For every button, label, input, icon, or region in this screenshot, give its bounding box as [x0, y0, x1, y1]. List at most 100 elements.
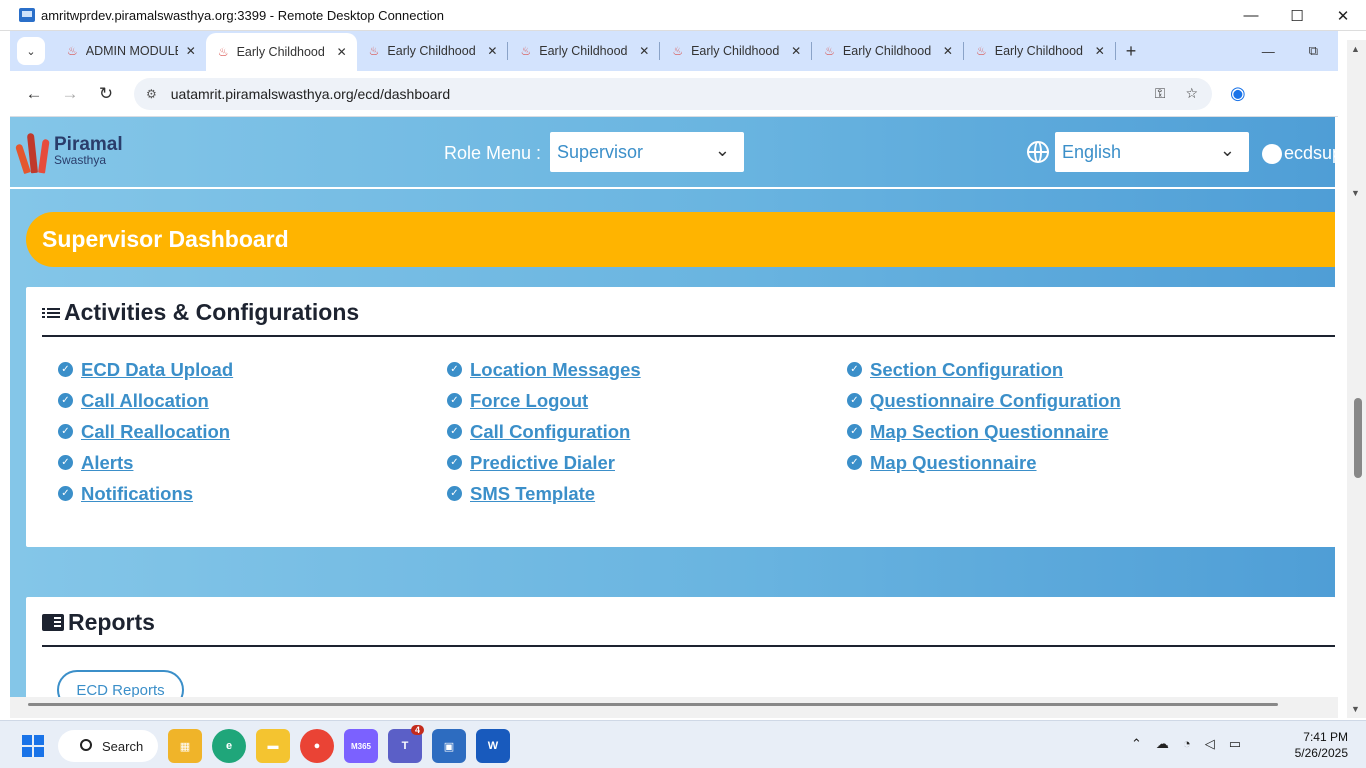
scroll-down-arrow-icon[interactable]: ▼ [1351, 188, 1360, 198]
link-ecd-data-upload[interactable]: ECD Data Upload [81, 359, 233, 381]
new-tab-button[interactable]: + [1126, 41, 1137, 62]
vertical-scrollbar[interactable]: ▲ ▼ ▼ [1347, 40, 1366, 718]
link-force-logout[interactable]: Force Logout [470, 390, 588, 412]
close-tab-icon[interactable]: ✕ [487, 44, 497, 58]
close-tab-icon[interactable]: ✕ [337, 45, 347, 59]
clock[interactable]: 7:41 PM 5/26/2025 [1295, 729, 1348, 761]
tab-separator [1114, 42, 1116, 60]
tab-early-childhood[interactable]: ♨ Early Childhood ✕ [357, 31, 508, 71]
scroll-up-arrow-icon[interactable]: ▲ [1351, 44, 1360, 54]
link-call-configuration[interactable]: Call Configuration [470, 421, 630, 443]
tab-early-childhood[interactable]: ♨ Early Childhood ✕ [964, 31, 1115, 71]
horizontal-scrollbar[interactable] [10, 697, 1338, 718]
link-sms-template[interactable]: SMS Template [470, 483, 595, 505]
back-button[interactable]: ← [16, 84, 52, 104]
m365-icon[interactable]: M365 [344, 729, 378, 763]
list-item: ✓ Map Questionnaire [847, 447, 1121, 478]
file-explorer-icon[interactable]: ▬ [256, 729, 290, 763]
check-circle-icon: ✓ [447, 393, 462, 408]
link-map-section-questionnaire[interactable]: Map Section Questionnaire [870, 421, 1109, 443]
browser-toolbar: ← → ↻ ⚙ uatamrit.piramalswasthya.org/ecd… [10, 71, 1338, 117]
activities-card: Activities & Configurations ✓ ECD Data Up… [26, 287, 1335, 547]
list-item: ✓ Section Configuration [847, 354, 1121, 385]
maximize-button[interactable]: ☐ [1274, 0, 1320, 31]
taskbar-search[interactable]: Search [58, 730, 158, 762]
wifi-icon[interactable]: ◔ [1183, 736, 1191, 752]
check-circle-icon: ✓ [447, 424, 462, 439]
volume-icon[interactable]: ◁ [1205, 736, 1215, 752]
browser-restore-button[interactable]: ⧉ [1309, 43, 1318, 59]
remote-desktop-app-icon[interactable]: ▣ [432, 729, 466, 763]
piramal-swasthya-logo[interactable]: Piramal Swasthya [14, 127, 123, 175]
tab-label: Early Childhood [691, 44, 780, 58]
rdp-title-bar: amritwprdev.piramalswasthya.org:3399 - R… [0, 0, 1366, 31]
store-icon[interactable]: ▦ [168, 729, 202, 763]
language-select[interactable]: English ⌄ [1055, 132, 1249, 172]
link-map-questionnaire[interactable]: Map Questionnaire [870, 452, 1037, 474]
check-circle-icon: ✓ [58, 486, 73, 501]
close-tab-icon[interactable]: ✕ [943, 44, 953, 58]
link-call-allocation[interactable]: Call Allocation [81, 390, 209, 412]
link-alerts[interactable]: Alerts [81, 452, 133, 474]
site-info-icon[interactable]: ⚙ [146, 87, 157, 101]
divider [42, 335, 1335, 337]
browser-minimize-button[interactable]: — [1262, 44, 1275, 59]
user-menu[interactable]: ecdsup [1262, 143, 1335, 164]
edge-icon[interactable]: e [212, 729, 246, 763]
scroll-thumb[interactable] [28, 703, 1278, 706]
teams-icon[interactable]: T4 [388, 725, 424, 763]
tab-early-childhood[interactable]: ♨ Early Childhood ✕ [812, 31, 963, 71]
piramal-favicon-icon: ♨ [217, 45, 229, 59]
chrome-icon[interactable]: ● [300, 729, 334, 763]
word-icon[interactable]: W [476, 729, 510, 763]
close-button[interactable]: ✕ [1320, 0, 1366, 31]
check-circle-icon: ✓ [447, 486, 462, 501]
scroll-thumb[interactable] [1354, 398, 1362, 478]
chevron-up-icon[interactable]: ⌃ [1131, 736, 1142, 752]
scroll-down-arrow-icon[interactable]: ▼ [1351, 704, 1360, 714]
windows-start-icon[interactable] [22, 735, 44, 757]
taskbar-search-label: Search [102, 738, 144, 754]
bookmark-star-icon[interactable]: ☆ [1185, 85, 1198, 102]
link-notifications[interactable]: Notifications [81, 483, 193, 505]
tab-search-button[interactable]: ⌄ [17, 37, 45, 65]
tab-early-childhood[interactable]: ♨ Early Childhood ✕ [508, 31, 659, 71]
page-content: Piramal Swasthya Role Menu : Supervisor … [10, 117, 1335, 697]
activities-column-3: ✓ Section Configuration ✓ Questionnaire Co… [847, 354, 1121, 478]
profile-icon[interactable]: ◉ [1230, 83, 1246, 104]
close-tab-icon[interactable]: ✕ [186, 44, 196, 58]
rdp-window-controls: — ☐ ✕ [1228, 0, 1366, 31]
role-menu-select[interactable]: Supervisor ⌄ [550, 132, 744, 172]
close-tab-icon[interactable]: ✕ [1095, 44, 1105, 58]
close-tab-icon[interactable]: ✕ [791, 44, 801, 58]
tab-early-childhood[interactable]: ♨ Early Childhood ✕ [660, 31, 811, 71]
password-key-icon[interactable]: ⚿ [1155, 85, 1166, 102]
onedrive-icon[interactable]: ☁ [1156, 736, 1169, 752]
link-section-configuration[interactable]: Section Configuration [870, 359, 1063, 381]
link-predictive-dialer[interactable]: Predictive Dialer [470, 452, 615, 474]
list-item: ✓ Call Allocation [58, 385, 233, 416]
check-circle-icon: ✓ [847, 393, 862, 408]
forward-button[interactable]: → [52, 84, 88, 104]
battery-icon[interactable]: ▭ [1229, 736, 1241, 752]
link-questionnaire-configuration[interactable]: Questionnaire Configuration [870, 390, 1121, 412]
check-circle-icon: ✓ [58, 393, 73, 408]
list-item: ✓ Alerts [58, 447, 233, 478]
ecd-reports-button[interactable]: ECD Reports [57, 670, 184, 697]
link-location-messages[interactable]: Location Messages [470, 359, 641, 381]
piramal-favicon-icon: ♨ [520, 44, 532, 58]
tab-early-childhood-active[interactable]: ♨ Early Childhood ✕ [205, 33, 357, 71]
close-tab-icon[interactable]: ✕ [639, 44, 649, 58]
check-circle-icon: ✓ [847, 424, 862, 439]
tab-admin-module[interactable]: ♨ ADMIN MODULE ✕ [55, 31, 206, 71]
reload-button[interactable]: ↻ [88, 84, 124, 104]
list-item: ✓ ECD Data Upload [58, 354, 233, 385]
link-call-reallocation[interactable]: Call Reallocation [81, 421, 230, 443]
piramal-favicon-icon: ♨ [824, 44, 835, 58]
omnibox-actions: ⚿ ☆ [1155, 85, 1212, 102]
rdp-window-title: amritwprdev.piramalswasthya.org:3399 - R… [41, 7, 444, 23]
list-icon [42, 306, 60, 320]
address-bar[interactable]: ⚙ uatamrit.piramalswasthya.org/ecd/dashb… [134, 77, 1212, 110]
minimize-button[interactable]: — [1228, 0, 1274, 31]
list-item: ✓ SMS Template [447, 478, 641, 509]
